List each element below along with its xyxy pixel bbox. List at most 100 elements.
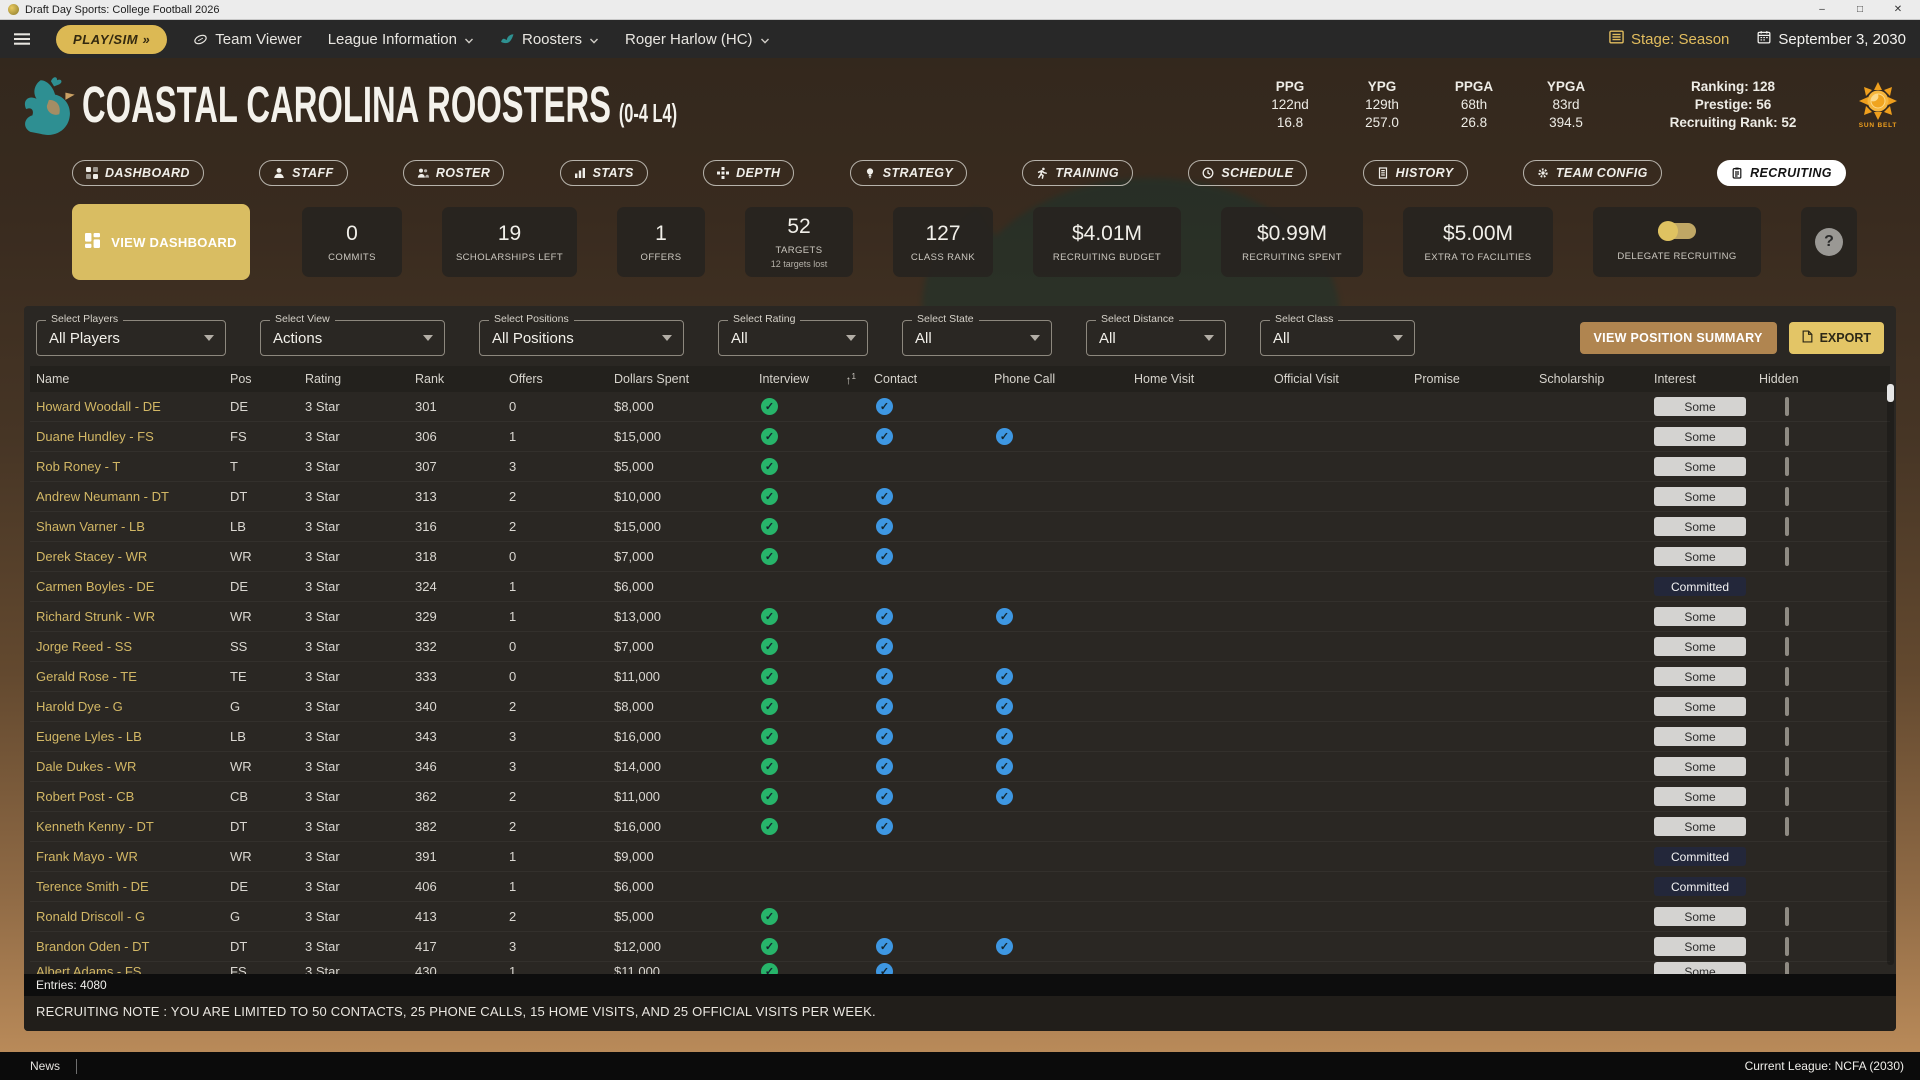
recruit-name[interactable]: Gerald Rose - TE: [36, 669, 230, 684]
phone-call-check-icon[interactable]: ✓: [996, 728, 1013, 745]
col-header-hidden[interactable]: Hidden: [1759, 372, 1890, 386]
hidden-checkbox[interactable]: [1785, 697, 1789, 716]
tab-schedule[interactable]: SCHEDULE: [1188, 160, 1307, 186]
hidden-checkbox[interactable]: [1785, 787, 1789, 806]
col-header-interest[interactable]: Interest: [1654, 372, 1759, 386]
recruit-name[interactable]: Howard Woodall - DE: [36, 399, 230, 414]
phone-call-check-icon[interactable]: ✓: [996, 788, 1013, 805]
interview-check-icon[interactable]: ✓: [761, 428, 778, 445]
contact-check-icon[interactable]: ✓: [876, 938, 893, 955]
recruit-name[interactable]: Frank Mayo - WR: [36, 849, 230, 864]
recruit-name[interactable]: Andrew Neumann - DT: [36, 489, 230, 504]
col-header-interview[interactable]: Interview↑1: [759, 372, 874, 387]
recruit-name[interactable]: Ronald Driscoll - G: [36, 909, 230, 924]
hidden-checkbox[interactable]: [1785, 397, 1789, 416]
tab-staff[interactable]: STAFF: [259, 160, 347, 186]
interview-check-icon[interactable]: ✓: [761, 638, 778, 655]
recruit-name[interactable]: Derek Stacey - WR: [36, 549, 230, 564]
interview-check-icon[interactable]: ✓: [761, 728, 778, 745]
interview-check-icon[interactable]: ✓: [761, 668, 778, 685]
filter-select-rating[interactable]: Select RatingAll: [718, 320, 868, 356]
hidden-checkbox[interactable]: [1785, 547, 1789, 566]
interview-check-icon[interactable]: ✓: [761, 548, 778, 565]
hamburger-menu-icon[interactable]: [14, 32, 30, 46]
tab-team-config[interactable]: TEAM CONFIG: [1523, 160, 1662, 186]
menu-roosters[interactable]: Roosters: [500, 31, 599, 48]
export-button[interactable]: EXPORT: [1789, 322, 1884, 354]
maximize-button[interactable]: □: [1854, 4, 1866, 15]
col-header-name[interactable]: Name: [36, 372, 230, 386]
phone-call-check-icon[interactable]: ✓: [996, 668, 1013, 685]
col-header-dollars-spent[interactable]: Dollars Spent: [614, 372, 759, 386]
col-header-official-visit[interactable]: Official Visit: [1274, 372, 1414, 386]
filter-select-distance[interactable]: Select DistanceAll: [1086, 320, 1226, 356]
tab-recruiting[interactable]: RECRUITING: [1717, 160, 1846, 186]
col-header-rank[interactable]: Rank: [415, 372, 509, 386]
col-header-offers[interactable]: Offers: [509, 372, 614, 386]
interview-check-icon[interactable]: ✓: [761, 908, 778, 925]
close-button[interactable]: ✕: [1892, 4, 1904, 15]
contact-check-icon[interactable]: ✓: [876, 488, 893, 505]
recruit-name[interactable]: Shawn Varner - LB: [36, 519, 230, 534]
delegate-recruiting-toggle[interactable]: [1658, 223, 1696, 239]
contact-check-icon[interactable]: ✓: [876, 428, 893, 445]
col-header-contact[interactable]: Contact: [874, 372, 994, 386]
tab-training[interactable]: TRAINING: [1022, 160, 1133, 186]
filter-select-positions[interactable]: Select PositionsAll Positions: [479, 320, 684, 356]
contact-check-icon[interactable]: ✓: [876, 518, 893, 535]
recruit-name[interactable]: Brandon Oden - DT: [36, 939, 230, 954]
tab-stats[interactable]: STATS: [560, 160, 648, 186]
hidden-checkbox[interactable]: [1785, 667, 1789, 686]
menu-team-viewer[interactable]: Team Viewer: [193, 31, 301, 48]
contact-check-icon[interactable]: ✓: [876, 638, 893, 655]
minimize-button[interactable]: –: [1816, 4, 1828, 15]
hidden-checkbox[interactable]: [1785, 427, 1789, 446]
hidden-checkbox[interactable]: [1785, 757, 1789, 776]
col-header-pos[interactable]: Pos: [230, 372, 305, 386]
tab-dashboard[interactable]: DASHBOARD: [72, 160, 204, 186]
tab-strategy[interactable]: STRATEGY: [850, 160, 967, 186]
contact-check-icon[interactable]: ✓: [876, 818, 893, 835]
contact-check-icon[interactable]: ✓: [876, 608, 893, 625]
filter-select-class[interactable]: Select ClassAll: [1260, 320, 1415, 356]
hidden-checkbox[interactable]: [1785, 517, 1789, 536]
hidden-checkbox[interactable]: [1785, 487, 1789, 506]
filter-select-view[interactable]: Select ViewActions: [260, 320, 445, 356]
tab-depth[interactable]: DEPTH: [703, 160, 794, 186]
interview-check-icon[interactable]: ✓: [761, 398, 778, 415]
col-header-phone-call[interactable]: Phone Call: [994, 372, 1134, 386]
contact-check-icon[interactable]: ✓: [876, 548, 893, 565]
filter-select-players[interactable]: Select PlayersAll Players: [36, 320, 226, 356]
interview-check-icon[interactable]: ✓: [761, 698, 778, 715]
col-header-promise[interactable]: Promise: [1414, 372, 1539, 386]
col-header-home-visit[interactable]: Home Visit: [1134, 372, 1274, 386]
phone-call-check-icon[interactable]: ✓: [996, 938, 1013, 955]
phone-call-check-icon[interactable]: ✓: [996, 698, 1013, 715]
recruit-name[interactable]: Kenneth Kenny - DT: [36, 819, 230, 834]
interview-check-icon[interactable]: ✓: [761, 963, 778, 974]
recruit-name[interactable]: Albert Adams - FS: [36, 964, 230, 974]
hidden-checkbox[interactable]: [1785, 962, 1789, 974]
view-position-summary-button[interactable]: VIEW POSITION SUMMARY: [1580, 322, 1777, 354]
hidden-checkbox[interactable]: [1785, 727, 1789, 746]
interview-check-icon[interactable]: ✓: [761, 488, 778, 505]
interview-check-icon[interactable]: ✓: [761, 938, 778, 955]
interview-check-icon[interactable]: ✓: [761, 818, 778, 835]
tab-history[interactable]: HISTORY: [1363, 160, 1468, 186]
interview-check-icon[interactable]: ✓: [761, 458, 778, 475]
contact-check-icon[interactable]: ✓: [876, 398, 893, 415]
view-dashboard-button[interactable]: VIEW DASHBOARD: [72, 204, 250, 280]
contact-check-icon[interactable]: ✓: [876, 698, 893, 715]
hidden-checkbox[interactable]: [1785, 907, 1789, 926]
phone-call-check-icon[interactable]: ✓: [996, 608, 1013, 625]
recruit-name[interactable]: Jorge Reed - SS: [36, 639, 230, 654]
hidden-checkbox[interactable]: [1785, 637, 1789, 656]
scrollbar-thumb[interactable]: [1887, 384, 1894, 402]
recruit-name[interactable]: Richard Strunk - WR: [36, 609, 230, 624]
recruit-name[interactable]: Eugene Lyles - LB: [36, 729, 230, 744]
phone-call-check-icon[interactable]: ✓: [996, 428, 1013, 445]
contact-check-icon[interactable]: ✓: [876, 788, 893, 805]
filter-select-state[interactable]: Select StateAll: [902, 320, 1052, 356]
recruit-name[interactable]: Robert Post - CB: [36, 789, 230, 804]
col-header-scholarship[interactable]: Scholarship: [1539, 372, 1654, 386]
